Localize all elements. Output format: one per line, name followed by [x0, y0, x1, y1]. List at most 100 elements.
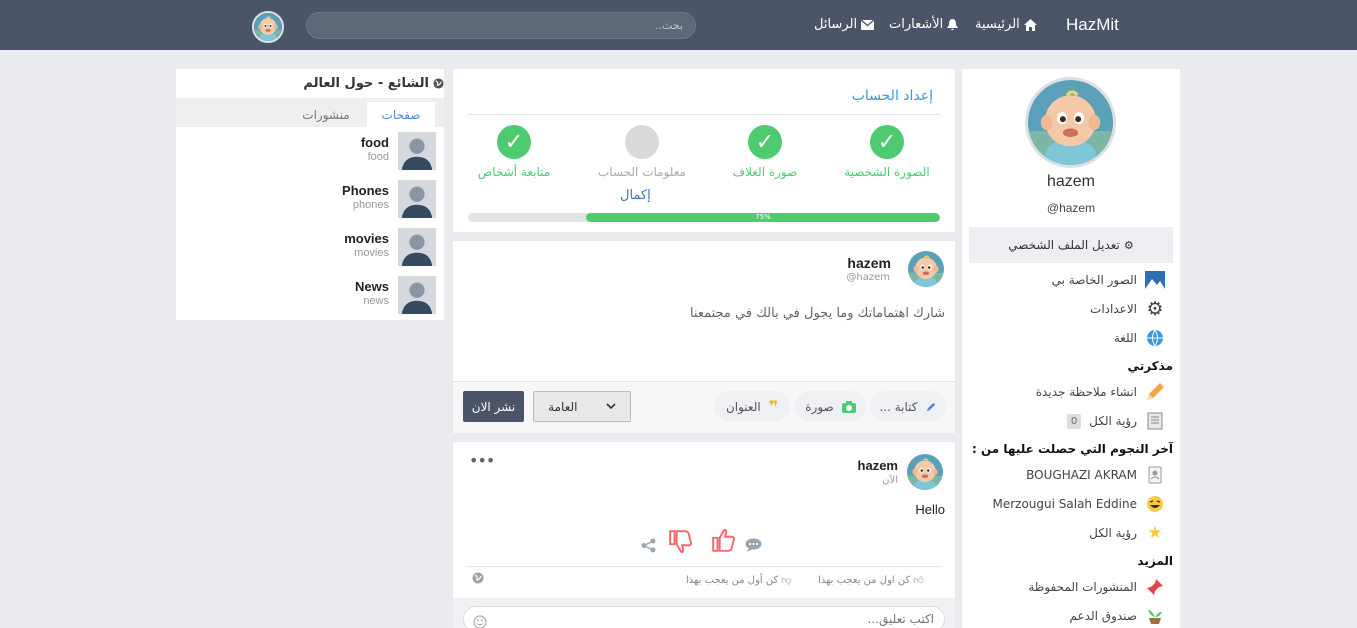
check-icon: ✓ [870, 125, 904, 159]
page-avatar [398, 132, 436, 170]
setup-step-label: معلومات الحساب [598, 165, 686, 179]
privacy-value: العامة [548, 399, 578, 414]
publish-button[interactable]: نشر الان [463, 391, 524, 422]
nav-notifications-label: الأشعارات [889, 17, 944, 32]
dislike-meta-text: كن أول من يعجب بهذا [686, 574, 779, 586]
divider [468, 114, 940, 115]
notebook-icon [1145, 411, 1165, 431]
trending-item[interactable]: food food [176, 127, 444, 173]
profile-handle: @hazem [1046, 201, 1096, 215]
setup-step-follow-people: ✓ متابعة أشخاص [444, 125, 584, 179]
dislike-count-meta: كن أول من يعجب بهذا 👎︎ [686, 574, 792, 587]
menu-item-my-photos[interactable]: الصور الخاصة بي [1052, 270, 1165, 290]
trending-item[interactable]: News news [176, 271, 444, 317]
check-icon: ✓ [497, 125, 531, 159]
setup-step-label: متابعة أشخاص [477, 165, 551, 179]
search-input[interactable] [306, 12, 696, 39]
write-label: كتابة ... [879, 399, 918, 414]
menu-item-label: انشاء ملاحظة جديدة [1035, 385, 1137, 399]
post-author-name[interactable]: hazem [858, 458, 898, 473]
complete-setup-link[interactable]: إكمال [620, 188, 651, 203]
profile-avatar[interactable] [1025, 77, 1116, 168]
menu-item-label: الصور الخاصة بي [1051, 273, 1137, 287]
profile-name[interactable]: hazem [962, 173, 1180, 191]
nav-messages-label: الرسائل [814, 17, 858, 32]
trending-item-sub: food [367, 151, 389, 163]
setup-progress-fill: 75% [586, 213, 940, 222]
stars-section-title: آخر النجوم التي حصلت عليها من : [972, 442, 1173, 456]
menu-item-label: الاعدادات [1090, 302, 1137, 316]
more-section-title: المزيد [1137, 554, 1173, 568]
title-button[interactable]: ❞ العنوان [714, 391, 790, 422]
share-icon[interactable] [641, 538, 656, 553]
comment-icon[interactable] [745, 538, 762, 552]
id-card-icon [1145, 465, 1165, 485]
notes-count-badge: 0 [1067, 413, 1082, 429]
trending-tabs: صفحات منشورات [176, 98, 444, 127]
trending-item[interactable]: movies movies [176, 223, 444, 269]
more-options-icon[interactable]: ••• [469, 451, 495, 470]
like-count-meta: كن اول من يعجب بهذا 👍︎ [818, 574, 924, 587]
thumbs-up-icon[interactable] [711, 527, 737, 553]
setup-step-account-info: معلومات الحساب [572, 125, 712, 179]
setup-step-cover-photo: ✓ صورة الغلاف [695, 125, 835, 179]
setup-step-label: الصورة الشخصية [844, 165, 930, 179]
nav-home-link[interactable]: الرئيسية [975, 17, 1037, 32]
privacy-select[interactable]: العامة [533, 391, 631, 422]
menu-item-support-box[interactable]: صندوق الدعم [1070, 606, 1165, 626]
composer-user-name: hazem [847, 255, 891, 271]
composer-user-handle: @hazem [846, 272, 890, 283]
tab-pages[interactable]: صفحات [367, 102, 435, 127]
menu-item-saved-posts[interactable]: المنشورات المحفوظة [1028, 577, 1165, 597]
menu-item-all-notes[interactable]: رؤية الكل 0 [1067, 411, 1165, 431]
trending-item-sub: phones [352, 199, 389, 211]
account-setup-title: إعداد الحساب [851, 88, 933, 104]
menu-item-all-stars[interactable]: ★ رؤية الكل [1089, 523, 1165, 543]
write-button[interactable]: كتابة ... [870, 391, 946, 422]
menu-item-label: رؤية الكل [1089, 526, 1137, 540]
setup-step-profile-photo: ✓ الصورة الشخصية [817, 125, 957, 179]
trending-item[interactable]: Phones phones [176, 175, 444, 221]
menu-item-label: المنشورات المحفوظة [1028, 580, 1137, 594]
trending-title: الشائع - حول العالم [303, 76, 444, 91]
nav-messages-link[interactable]: الرسائل [814, 17, 875, 32]
chevron-down-icon [606, 403, 616, 410]
edit-profile-button[interactable]: ⚙ تعديل الملف الشخصي [969, 227, 1173, 263]
quote-icon: ❞ [768, 397, 779, 416]
title-label: العنوان [725, 399, 761, 414]
menu-item-label: اللغة [1113, 331, 1137, 345]
brand-logo[interactable]: HazMit [1066, 15, 1119, 35]
post-body-text: Hello [915, 502, 945, 517]
nav-notifications-link[interactable]: الأشعارات [889, 17, 959, 32]
small-thumbs-down-icon: 👎︎ [781, 575, 792, 586]
camera-icon [841, 400, 856, 413]
composer-textarea[interactable]: شارك اهتماماتك وما يجول في بالك في مجتمع… [690, 306, 945, 321]
nav-home-label: الرئيسية [975, 17, 1020, 32]
photo-button[interactable]: صورة [795, 391, 866, 422]
tab-posts[interactable]: منشورات [292, 102, 360, 127]
star-giver-item[interactable]: Merzougui Salah Eddine [992, 494, 1165, 514]
thumbs-down-icon[interactable] [668, 529, 694, 555]
setup-progress-bar: 75% [468, 213, 940, 222]
comment-input[interactable] [463, 606, 945, 628]
pin-icon [1145, 577, 1165, 597]
edit-profile-label: تعديل الملف الشخصي [1008, 238, 1120, 252]
menu-item-language[interactable]: اللغة [1114, 328, 1165, 348]
page-avatar [398, 276, 436, 314]
photos-icon [1145, 270, 1165, 290]
user-avatar[interactable] [252, 11, 284, 43]
page-avatar [398, 228, 436, 266]
star-giver-name: BOUGHAZI AKRAM [1026, 468, 1137, 482]
post-author-avatar [907, 454, 943, 490]
shooting-star-icon: ★ [1147, 523, 1163, 543]
bell-icon [947, 18, 959, 30]
emoji-icon[interactable] [473, 615, 487, 628]
menu-item-new-note[interactable]: انشاء ملاحظة جديدة [1036, 382, 1165, 402]
menu-item-settings[interactable]: ⚙ الاعدادات [1090, 298, 1165, 320]
gear-icon: ⚙ [1146, 298, 1164, 320]
envelope-icon [861, 19, 875, 30]
home-icon [1023, 18, 1037, 31]
small-thumbs-up-icon: 👍︎ [913, 575, 924, 586]
trending-item-sub: news [363, 295, 389, 307]
star-giver-item[interactable]: BOUGHAZI AKRAM [1026, 465, 1165, 485]
